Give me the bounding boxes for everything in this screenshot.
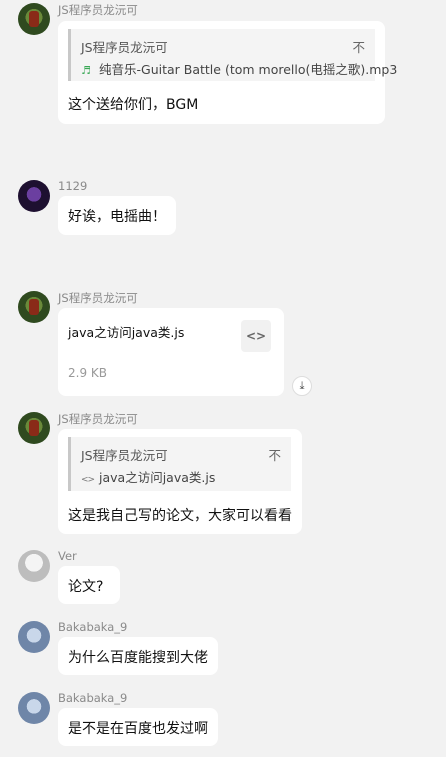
message-text: 是不是在百度也发过啊 <box>68 721 208 737</box>
sender-name: Bakabaka_9 <box>58 691 128 705</box>
message-bubble[interactable]: 为什么百度能搜到大佬 <box>58 637 218 675</box>
message-bubble[interactable]: 是不是在百度也发过啊 <box>58 708 218 746</box>
avatar[interactable] <box>18 621 50 653</box>
quote-file: <> java之访问java类.js <box>81 467 215 486</box>
download-icon[interactable]: ⤓ <box>292 376 312 396</box>
quoted-message[interactable]: JS程序员龙沅可 不 <> java之访问java类.js <box>68 437 291 491</box>
message-bubble[interactable]: 论文? <box>58 566 120 604</box>
quote-sender: JS程序员龙沅可 <box>81 40 168 55</box>
avatar[interactable] <box>18 180 50 212</box>
file-size: 2.9 KB <box>68 366 107 380</box>
quoted-message[interactable]: JS程序员龙沅可 不 ♬ 纯音乐-Guitar Battle (tom morel… <box>68 29 397 81</box>
avatar[interactable] <box>18 692 50 724</box>
sender-name: JS程序员龙沅可 <box>58 412 138 426</box>
message-bubble[interactable]: JS程序员龙沅可 不 <> java之访问java类.js 这是我自己写的论文，大… <box>58 429 302 534</box>
message-text: 论文? <box>68 579 104 595</box>
message-text: 这个送给你们，BGM <box>68 97 199 113</box>
sender-name: 1129 <box>58 179 88 193</box>
quote-sender: JS程序员龙沅可 <box>81 448 168 463</box>
quote-file-name: 纯音乐-Guitar Battle (tom morello(电摇之歌).mp3 <box>99 62 398 77</box>
avatar[interactable] <box>18 550 50 582</box>
message-bubble[interactable]: 好诶，电摇曲！ <box>58 196 176 235</box>
avatar[interactable] <box>18 412 50 444</box>
message-text: 为什么百度能搜到大佬 <box>68 650 208 666</box>
sender-name: JS程序员龙沅可 <box>58 3 138 17</box>
sender-name: Bakabaka_9 <box>58 620 128 634</box>
message-bubble[interactable]: JS程序员龙沅可 不 ♬ 纯音乐-Guitar Battle (tom morel… <box>58 21 397 124</box>
sender-name: Ver <box>58 549 77 563</box>
sender-name: JS程序员龙沅可 <box>58 291 138 305</box>
code-file-icon: <> <box>241 320 271 352</box>
quote-more-label: 不 <box>268 448 281 463</box>
file-message-card[interactable]: java之访问java类.js 2.9 KB <> <box>58 308 284 396</box>
message-text: 这是我自己写的论文，大家可以看看 <box>68 508 292 524</box>
code-file-icon: <> <box>81 475 95 485</box>
quote-more-label: 不 <box>352 40 365 55</box>
file-name: java之访问java类.js <box>68 325 185 340</box>
avatar[interactable] <box>18 291 50 323</box>
message-text: 好诶，电摇曲！ <box>68 209 166 225</box>
quote-file-name: java之访问java类.js <box>99 470 216 485</box>
avatar[interactable] <box>18 3 50 35</box>
quote-file: ♬ 纯音乐-Guitar Battle (tom morello(电摇之歌).mp… <box>81 59 397 78</box>
music-note-icon: ♬ <box>81 64 91 77</box>
